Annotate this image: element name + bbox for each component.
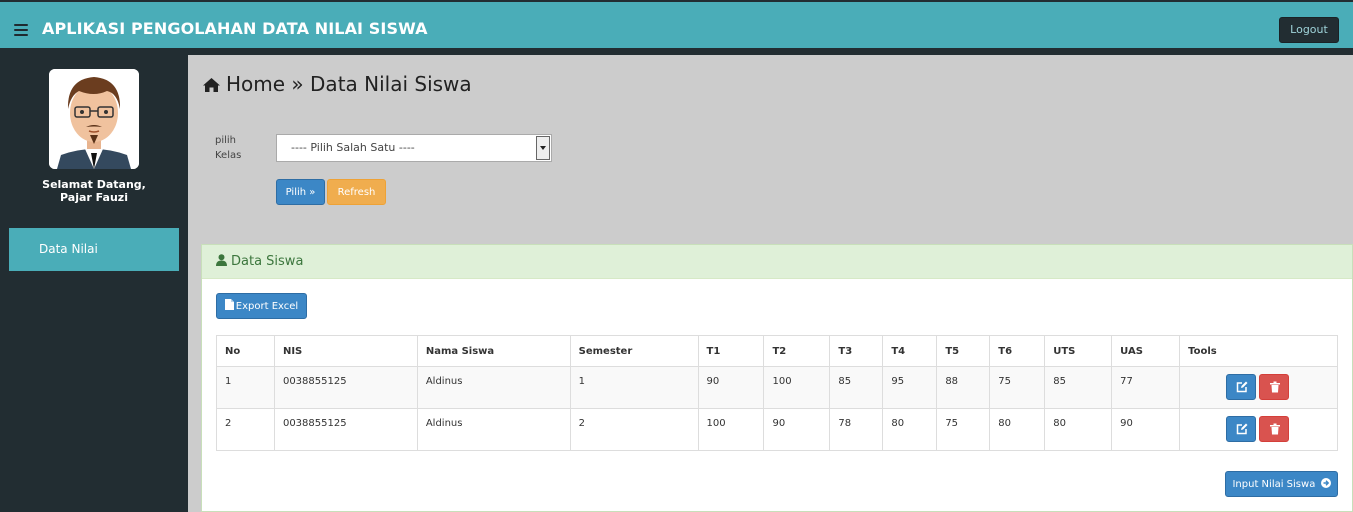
cell-t5: 88: [936, 366, 991, 409]
kelas-select[interactable]: ---- Pilih Salah Satu ----: [276, 134, 552, 162]
cell-uts: 85: [1044, 366, 1113, 409]
cell-t2: 100: [763, 366, 831, 409]
nilai-table: No NIS Nama Siswa Semester T1 T2 T3 T4 T…: [216, 335, 1338, 451]
refresh-button[interactable]: Refresh: [327, 179, 386, 205]
cell-no: 2: [216, 408, 275, 451]
sidebar-item-data-nilai[interactable]: Data Nilai: [9, 228, 179, 271]
cell-semester: 1: [569, 366, 699, 409]
breadcrumb-home[interactable]: Home: [226, 72, 285, 96]
cell-uts: 80: [1044, 408, 1113, 451]
col-uts: UTS: [1044, 335, 1113, 367]
cell-t6: 80: [989, 408, 1046, 451]
cell-tools: [1179, 408, 1338, 451]
cell-no: 1: [216, 366, 275, 409]
cell-t4: 95: [882, 366, 938, 409]
col-nis: NIS: [273, 335, 418, 367]
cell-t3: 78: [829, 408, 884, 451]
input-nilai-siswa-label: Input Nilai Siswa: [1232, 479, 1316, 490]
col-t6: T6: [989, 335, 1046, 367]
delete-button[interactable]: [1259, 374, 1290, 400]
edit-icon: [1236, 381, 1248, 393]
edit-icon: [1236, 423, 1248, 435]
cell-nis: 0038855125: [273, 408, 418, 451]
sidebar: Selamat Datang, Pajar Fauzi Data Nilai: [0, 55, 188, 512]
cell-nis: 0038855125: [273, 366, 418, 409]
breadcrumb-separator: »: [291, 72, 304, 96]
cell-t5: 75: [936, 408, 991, 451]
main-content: Home » Data Nilai Siswa pilih Kelas ----…: [188, 55, 1353, 512]
delete-button[interactable]: [1259, 416, 1290, 442]
table-header-row: No NIS Nama Siswa Semester T1 T2 T3 T4 T…: [216, 335, 1338, 367]
avatar: [49, 69, 139, 169]
trash-icon: [1270, 381, 1281, 393]
cell-nama-siswa: Aldinus: [416, 408, 571, 451]
input-nilai-siswa-button[interactable]: Input Nilai Siswa: [1225, 471, 1338, 497]
col-t5: T5: [936, 335, 991, 367]
app-title: APLIKASI PENGOLAHAN DATA NILAI SISWA: [42, 19, 428, 38]
cell-t1: 100: [697, 408, 765, 451]
breadcrumb-current: Data Nilai Siswa: [310, 72, 472, 96]
cell-t2: 90: [763, 408, 831, 451]
kelas-label-line2: Kelas: [215, 150, 242, 161]
kelas-label: pilih Kelas: [215, 133, 265, 163]
header-bar: APLIKASI PENGOLAHAN DATA NILAI SISWA Log…: [0, 2, 1353, 48]
edit-button[interactable]: [1226, 374, 1257, 400]
chevron-down-icon[interactable]: [536, 136, 550, 160]
col-uas: UAS: [1111, 335, 1181, 367]
trash-icon: [1270, 423, 1281, 435]
hamburger-icon[interactable]: [14, 24, 28, 36]
file-icon: [224, 299, 234, 310]
user-name: Pajar Fauzi: [60, 191, 128, 204]
cell-nama-siswa: Aldinus: [416, 366, 571, 409]
panel-heading: Data Siswa: [202, 245, 1352, 279]
cell-semester: 2: [569, 408, 699, 451]
cell-t4: 80: [882, 408, 938, 451]
cell-uas: 77: [1111, 366, 1181, 409]
logout-button[interactable]: Logout: [1279, 17, 1339, 43]
table-row: 2 0038855125 Aldinus 2 100 90 78 80 75 8…: [216, 408, 1338, 451]
cell-t3: 85: [829, 366, 884, 409]
col-no: No: [216, 335, 275, 367]
pilih-button[interactable]: Pilih »: [276, 179, 325, 205]
cell-uas: 90: [1111, 408, 1181, 451]
data-siswa-panel: Data Siswa Export Excel No NIS Nama Sisw…: [201, 244, 1353, 512]
kelas-label-line1: pilih: [215, 135, 237, 146]
arrow-circle-right-icon: [1320, 478, 1331, 488]
col-semester: Semester: [569, 335, 699, 367]
cell-t6: 75: [989, 366, 1046, 409]
top-navbar: APLIKASI PENGOLAHAN DATA NILAI SISWA Log…: [0, 0, 1353, 55]
kelas-select-value: ---- Pilih Salah Satu ----: [291, 141, 415, 154]
export-excel-label: Export Excel: [235, 301, 299, 312]
col-t2: T2: [763, 335, 831, 367]
col-tools: Tools: [1179, 335, 1338, 367]
cell-tools: [1179, 366, 1338, 409]
table-row: 1 0038855125 Aldinus 1 90 100 85 95 88 7…: [216, 366, 1338, 409]
cell-t1: 90: [697, 366, 765, 409]
col-t3: T3: [829, 335, 884, 367]
welcome-text: Selamat Datang, Pajar Fauzi: [0, 178, 188, 204]
welcome-greeting: Selamat Datang,: [42, 178, 146, 191]
col-nama-siswa: Nama Siswa: [416, 335, 571, 367]
col-t1: T1: [697, 335, 765, 367]
user-icon: [216, 254, 227, 266]
panel-title: Data Siswa: [231, 254, 304, 269]
export-excel-button[interactable]: Export Excel: [216, 293, 307, 319]
breadcrumb: Home » Data Nilai Siswa: [202, 72, 472, 96]
home-icon[interactable]: [202, 77, 221, 93]
col-t4: T4: [882, 335, 938, 367]
edit-button[interactable]: [1226, 416, 1257, 442]
